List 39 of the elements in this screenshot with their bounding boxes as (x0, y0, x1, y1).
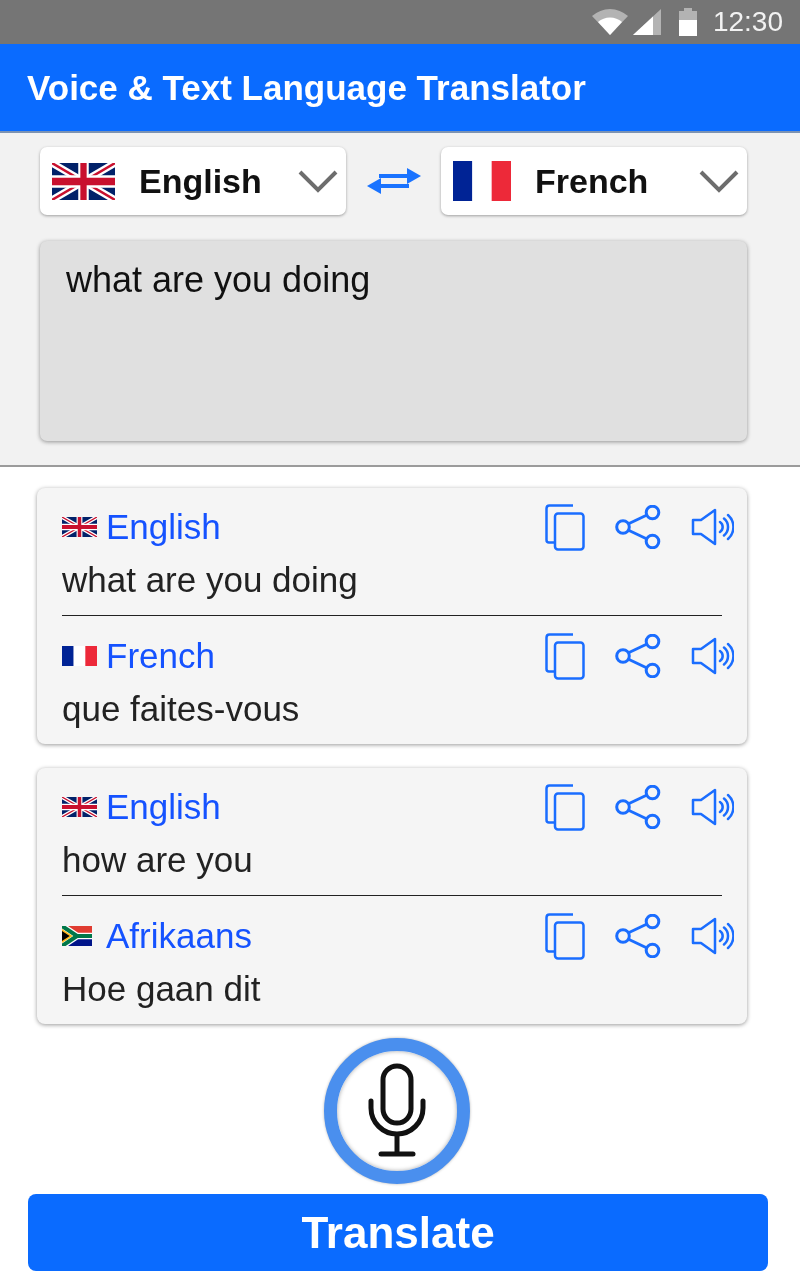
south-african-flag-icon (62, 926, 92, 946)
speaker-icon[interactable] (691, 788, 734, 826)
translate-button[interactable]: Translate (28, 1194, 768, 1271)
translation-text: how are you (62, 839, 254, 881)
chevron-down-icon (699, 169, 739, 193)
share-icon[interactable] (615, 634, 661, 678)
language-label: French (106, 635, 215, 677)
british-flag-icon (62, 517, 97, 537)
speaker-icon[interactable] (691, 637, 734, 675)
share-icon[interactable] (615, 914, 661, 958)
british-flag-icon (52, 162, 115, 200)
translation-text: que faites-vous (62, 688, 301, 730)
language-label: Afrikaans (106, 915, 252, 957)
battery-icon (678, 8, 697, 36)
swap-icon[interactable] (366, 167, 421, 195)
microphone-icon (366, 1063, 428, 1159)
speaker-icon[interactable] (691, 917, 734, 955)
wifi-icon (591, 9, 628, 35)
language-label: English (106, 506, 221, 548)
copy-icon[interactable] (545, 783, 585, 831)
speaker-icon[interactable] (691, 508, 734, 546)
copy-icon[interactable] (545, 632, 585, 680)
chevron-down-icon (298, 169, 338, 193)
language-dropdown[interactable]: French (441, 147, 747, 215)
share-icon[interactable] (615, 505, 661, 549)
signal-icon (632, 9, 661, 35)
british-flag-icon (62, 797, 97, 817)
language-dropdown[interactable]: English (40, 147, 346, 215)
copy-icon[interactable] (545, 912, 585, 960)
copy-icon[interactable] (545, 503, 585, 551)
language-label: English (106, 786, 221, 828)
translation-text: what are you doing (62, 559, 359, 601)
share-icon[interactable] (615, 785, 661, 829)
french-flag-icon (453, 161, 511, 201)
app-title: Voice & Text Language Translator (27, 67, 586, 108)
status-time: 12:30 (712, 6, 783, 38)
french-flag-icon (62, 646, 97, 666)
translation-text: Hoe gaan dit (62, 968, 262, 1010)
input-field[interactable]: what are you doing (40, 241, 747, 441)
